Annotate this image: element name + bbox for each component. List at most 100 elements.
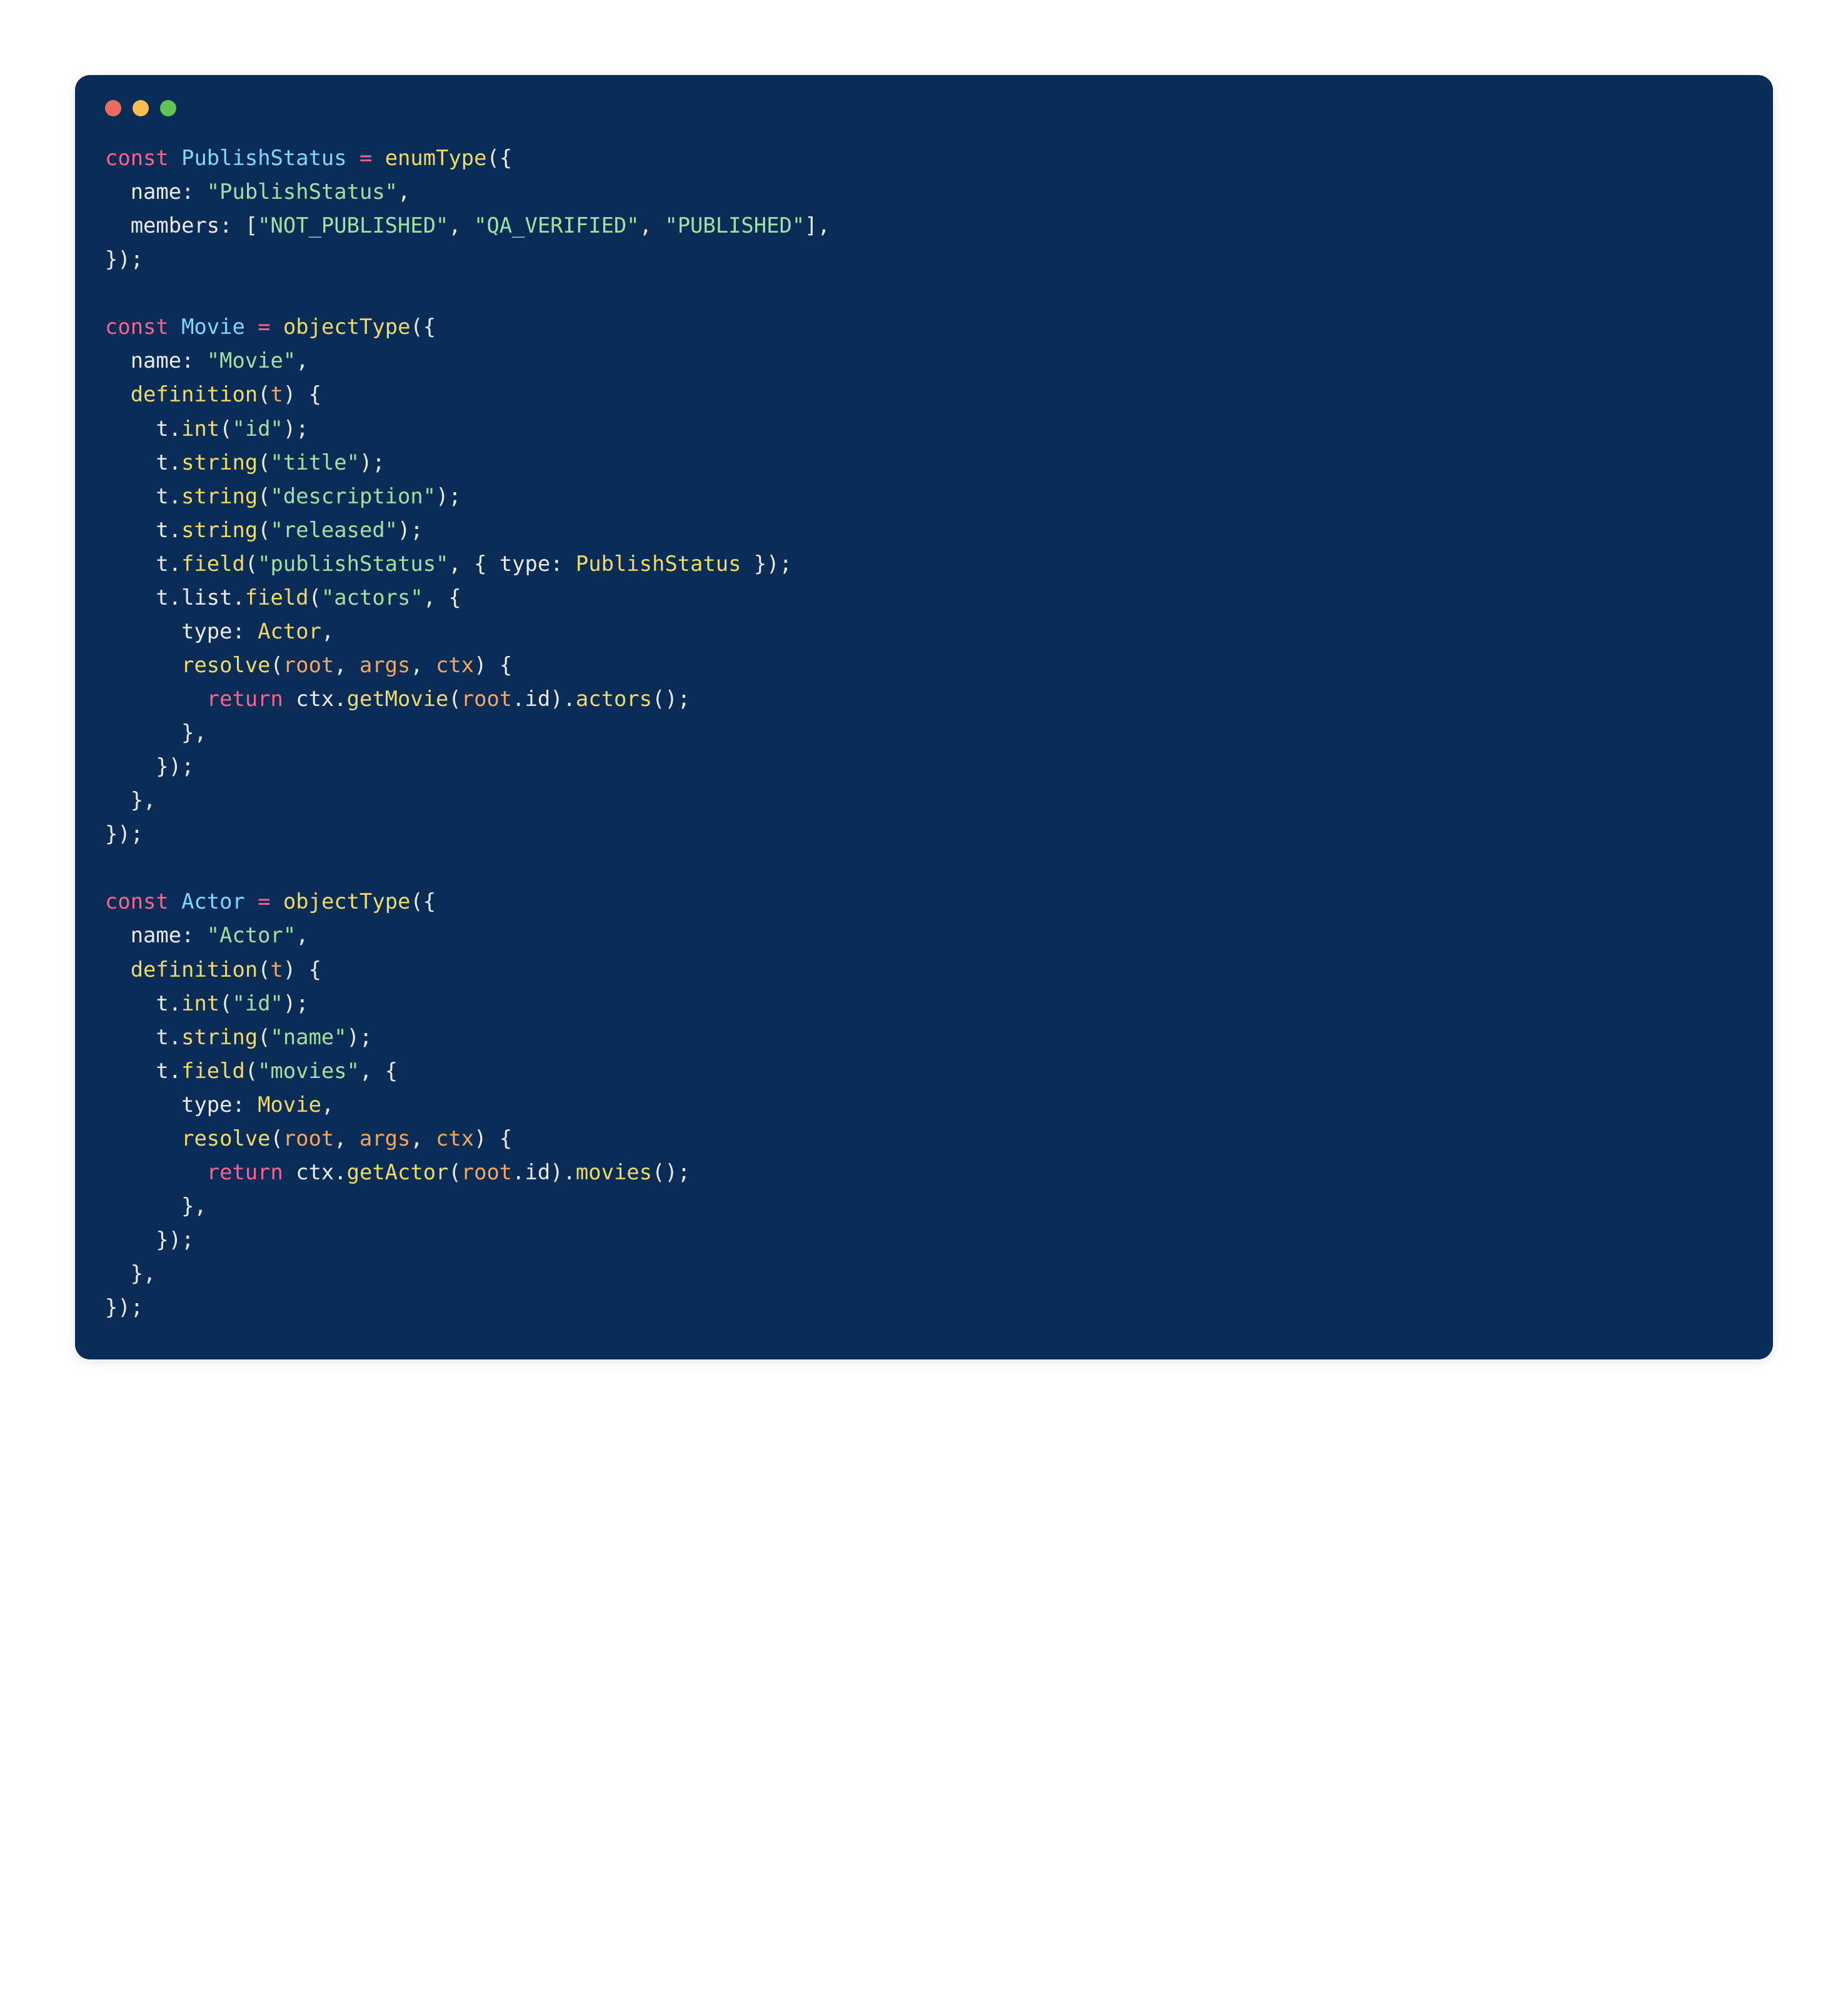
code-token: ) { bbox=[474, 1126, 512, 1151]
code-token: "Movie" bbox=[207, 348, 296, 373]
code-token: "title" bbox=[271, 450, 359, 475]
code-token: , { bbox=[359, 1059, 398, 1083]
code-token: }); bbox=[105, 1295, 143, 1319]
code-token: t bbox=[271, 957, 283, 982]
code-token: "actors" bbox=[321, 585, 423, 610]
code-token: ], bbox=[805, 213, 830, 238]
code-token: }); bbox=[105, 822, 143, 846]
code-token: resolve bbox=[181, 653, 270, 677]
code-token: ( bbox=[245, 1059, 258, 1083]
code-token: .id). bbox=[512, 687, 576, 711]
code-token: : [ bbox=[219, 213, 258, 238]
code-token: ( bbox=[448, 687, 461, 711]
code-token: t. bbox=[105, 991, 181, 1016]
code-token: ({ bbox=[487, 146, 513, 170]
code-token: , bbox=[296, 923, 308, 947]
code-token: PublishStatus bbox=[576, 552, 741, 576]
code-token bbox=[105, 619, 181, 643]
code-token: ctx bbox=[436, 1126, 474, 1151]
code-token: string bbox=[181, 518, 258, 542]
code-token: }); bbox=[105, 754, 194, 779]
code-token: "PublishStatus" bbox=[207, 179, 398, 204]
minimize-icon[interactable] bbox=[133, 100, 149, 116]
code-token: objectType bbox=[283, 889, 410, 914]
code-token: }); bbox=[741, 552, 791, 576]
code-token: root bbox=[461, 1160, 512, 1184]
code-token: "publishStatus" bbox=[258, 552, 448, 576]
code-token: , bbox=[334, 653, 359, 677]
code-token bbox=[105, 1160, 207, 1184]
code-token: , bbox=[321, 1092, 334, 1117]
code-token: root bbox=[283, 1126, 334, 1151]
code-token: "movies" bbox=[258, 1059, 359, 1083]
code-token: members bbox=[131, 213, 219, 238]
code-token bbox=[105, 1092, 181, 1117]
code-token: "released" bbox=[271, 518, 398, 542]
code-token: ); bbox=[283, 416, 309, 441]
code-token: }); bbox=[105, 1227, 194, 1252]
code-token: ) { bbox=[283, 382, 321, 406]
code-token: ( bbox=[309, 585, 321, 610]
code-token: t. bbox=[105, 552, 181, 576]
code-token: const bbox=[105, 315, 169, 339]
code-token: "id" bbox=[233, 991, 283, 1016]
code-token bbox=[105, 179, 131, 204]
code-token: ) { bbox=[474, 653, 512, 677]
code-token: field bbox=[245, 585, 309, 610]
code-token: }); bbox=[105, 247, 143, 271]
code-token: objectType bbox=[283, 315, 410, 339]
code-token: , bbox=[448, 213, 474, 238]
code-token: movies bbox=[576, 1160, 652, 1184]
code-token bbox=[245, 315, 258, 339]
code-token: getActor bbox=[347, 1160, 449, 1184]
code-token: ); bbox=[398, 518, 423, 542]
code-token: "description" bbox=[271, 484, 436, 508]
code-token bbox=[271, 889, 283, 914]
code-token: Actor bbox=[258, 619, 321, 643]
code-token: ( bbox=[245, 552, 258, 576]
code-token: ( bbox=[448, 1160, 461, 1184]
code-token: , bbox=[321, 619, 334, 643]
window-titlebar bbox=[105, 100, 1743, 116]
code-token: const bbox=[105, 889, 169, 914]
code-token: ctx. bbox=[283, 1160, 347, 1184]
code-token: "QA_VERIFIED" bbox=[474, 213, 640, 238]
code-token: "NOT_PUBLISHED" bbox=[258, 213, 448, 238]
code-token: , { bbox=[448, 552, 499, 576]
code-token: , bbox=[640, 213, 665, 238]
code-token: : bbox=[181, 179, 207, 204]
code-token: "PUBLISHED" bbox=[665, 213, 805, 238]
code-token: t. bbox=[105, 450, 181, 475]
code-token: (); bbox=[652, 1160, 690, 1184]
code-token: resolve bbox=[181, 1126, 270, 1151]
zoom-icon[interactable] bbox=[160, 100, 176, 116]
code-token: "name" bbox=[271, 1025, 347, 1049]
code-token: }, bbox=[105, 1194, 207, 1218]
code-token: root bbox=[283, 653, 334, 677]
code-token: }, bbox=[105, 1261, 156, 1286]
code-token bbox=[105, 213, 131, 238]
code-window: const PublishStatus = enumType({ name: "… bbox=[75, 75, 1773, 1359]
code-token: ( bbox=[258, 382, 270, 406]
code-token bbox=[105, 348, 131, 373]
code-token: enumType bbox=[385, 146, 487, 170]
code-token: name bbox=[131, 923, 181, 947]
code-token: "Actor" bbox=[207, 923, 296, 947]
code-token: , bbox=[398, 179, 410, 204]
code-token: ({ bbox=[410, 315, 436, 339]
close-icon[interactable] bbox=[105, 100, 121, 116]
code-token: = bbox=[258, 315, 270, 339]
code-token: string bbox=[181, 1025, 258, 1049]
code-token: t. bbox=[105, 416, 181, 441]
code-token: type bbox=[181, 619, 232, 643]
code-token: type bbox=[181, 1092, 232, 1117]
code-token: ({ bbox=[410, 889, 436, 914]
code-token bbox=[105, 687, 207, 711]
code-token: ( bbox=[258, 1025, 270, 1049]
code-token: string bbox=[181, 450, 258, 475]
code-token: t. bbox=[105, 1025, 181, 1049]
code-token: Movie bbox=[258, 1092, 321, 1117]
code-token: field bbox=[181, 552, 245, 576]
code-token: : bbox=[181, 348, 207, 373]
code-token: , { bbox=[423, 585, 461, 610]
